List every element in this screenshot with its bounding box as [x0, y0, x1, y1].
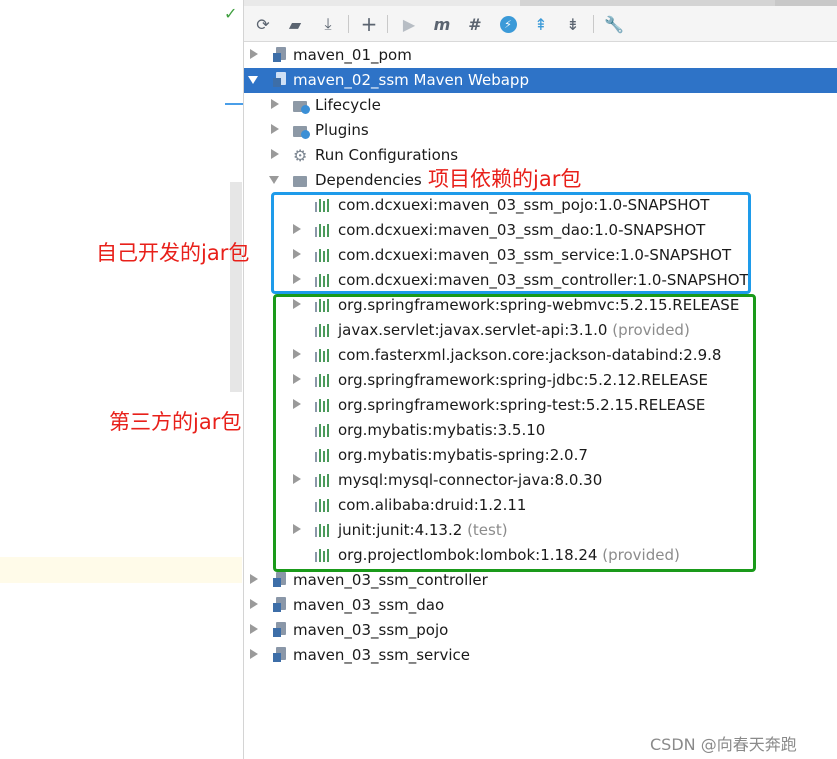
tree-row-plugins[interactable]: Plugins [244, 118, 837, 143]
expand-arrow-icon[interactable] [250, 574, 258, 584]
tree-row-label: Run Configurations [315, 146, 459, 164]
expand-arrow-icon[interactable] [250, 49, 258, 59]
tree-row-module-selected[interactable]: maven_02_ssm Maven Webapp [244, 68, 837, 93]
maven-module-icon [273, 647, 287, 663]
third-party-highlight-box [273, 294, 756, 572]
folder-gear-icon [293, 123, 311, 139]
skip-tests-icon[interactable]: ⚡ [496, 12, 520, 36]
expand-arrow-icon[interactable] [271, 99, 279, 109]
maven-toolbar: ⟳ ▰ ⤓ + ▶ m # ⚡ ⇞ ⇟ 🔧 [244, 6, 837, 42]
watermark: CSDN @向春天奔跑 [650, 735, 797, 754]
tree-row-module[interactable]: maven_03_ssm_dao [244, 593, 837, 618]
maven-module-icon [273, 622, 287, 638]
tree-row-label: Lifecycle [315, 96, 381, 114]
tree-row-lifecycle[interactable]: Lifecycle [244, 93, 837, 118]
tree-row-label: Dependencies [315, 171, 422, 189]
show-dependencies-icon[interactable]: ⇞ [529, 12, 553, 36]
collapse-arrow-icon[interactable] [269, 176, 279, 184]
reimport-icon[interactable]: ⟳ [251, 12, 275, 36]
toolbar-divider [348, 15, 349, 33]
tree-row-label: maven_01_pom [293, 46, 412, 64]
text-caret [225, 103, 243, 105]
tree-row-label: maven_03_ssm_service [293, 646, 470, 664]
expand-arrow-icon[interactable] [271, 124, 279, 134]
tree-row-label: maven_02_ssm Maven Webapp [293, 71, 529, 89]
add-icon[interactable]: + [357, 12, 381, 36]
tree-row-module[interactable]: maven_03_ssm_pojo [244, 618, 837, 643]
toolbar-divider [387, 15, 388, 33]
current-line-highlight [0, 557, 242, 583]
expand-arrow-icon[interactable] [250, 599, 258, 609]
expand-arrow-icon[interactable] [250, 649, 258, 659]
collapse-all-icon[interactable]: ⇟ [561, 12, 585, 36]
maven-module-icon [273, 47, 287, 63]
checkmark-icon: ✓ [224, 4, 238, 23]
tree-row-module[interactable]: maven_03_ssm_service [244, 643, 837, 668]
toggle-offline-icon[interactable]: # [463, 12, 487, 36]
settings-icon[interactable]: 🔧 [602, 12, 626, 36]
tree-row-label: maven_03_ssm_dao [293, 596, 445, 614]
editor-scrollbar[interactable] [230, 182, 242, 392]
tree-row-label: Plugins [315, 121, 369, 139]
expand-arrow-icon[interactable] [250, 624, 258, 634]
dependencies-icon [293, 173, 311, 188]
maven-module-icon [273, 572, 287, 588]
maven-module-icon [273, 72, 287, 88]
tree-row-label: maven_03_ssm_pojo [293, 621, 449, 639]
gear-icon: ⚙ [293, 146, 308, 165]
execute-goal-icon[interactable]: m [430, 12, 454, 36]
toolbar-divider [593, 15, 594, 33]
editor-pane: ✓ [0, 0, 244, 759]
maven-module-icon [273, 597, 287, 613]
folder-gear-icon [293, 98, 311, 114]
expand-arrow-icon[interactable] [271, 149, 279, 159]
generate-sources-icon[interactable]: ▰ [283, 12, 307, 36]
tree-row-label: maven_03_ssm_controller [293, 571, 488, 589]
download-icon[interactable]: ⤓ [316, 12, 340, 36]
collapse-arrow-icon[interactable] [248, 76, 258, 84]
annotation-third-party: 第三方的jar包 [109, 410, 242, 434]
annotation-project-deps: 项目依赖的jar包 [428, 167, 582, 191]
annotation-self-developed: 自己开发的jar包 [96, 241, 250, 265]
tree-row-module[interactable]: maven_01_pom [244, 43, 837, 68]
self-developed-highlight-box [271, 192, 751, 294]
run-icon[interactable]: ▶ [397, 12, 421, 36]
